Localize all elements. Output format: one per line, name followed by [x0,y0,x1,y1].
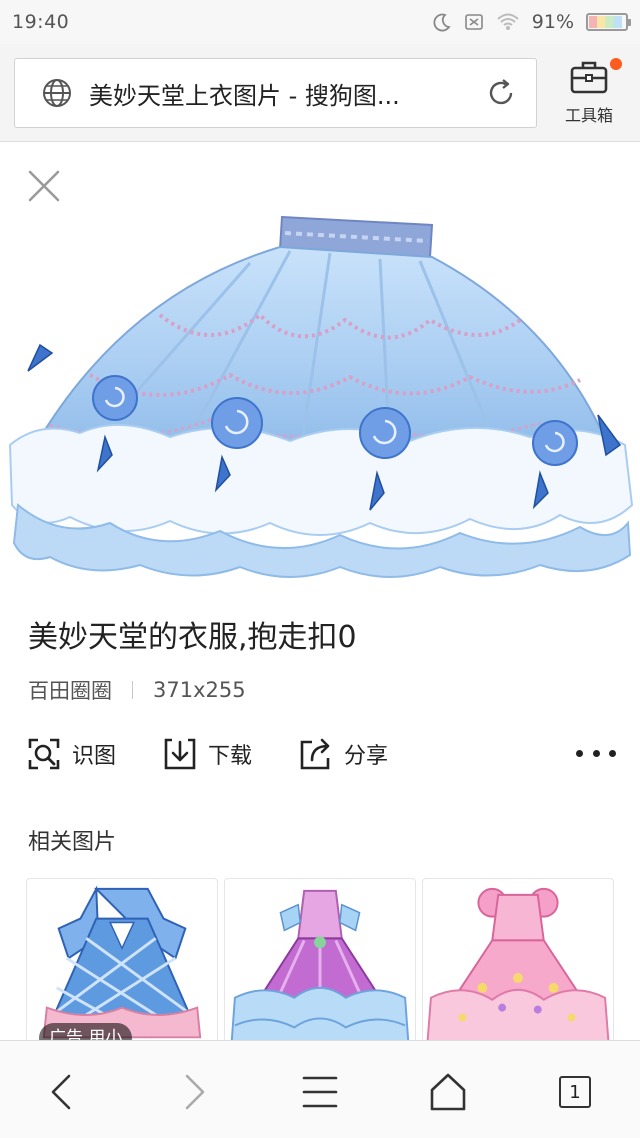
battery-percent: 91% [531,11,574,33]
hamburger-menu-icon [302,1076,338,1108]
share-icon [300,738,330,770]
image-meta: 百田圈圈 371x255 [28,675,246,705]
toolbox-icon [570,61,608,94]
no-sim-icon [464,14,483,30]
share-button[interactable]: 分享 [298,736,388,772]
more-dot [576,750,583,757]
related-thumbnail[interactable]: 广告 用小 [26,878,218,1040]
battery-fill [589,16,622,28]
bottom-navigation: 1 [0,1040,640,1138]
toolbox-button[interactable]: 工具箱 [556,56,622,132]
related-image-pink-gown [426,887,610,1040]
download-icon [164,738,196,770]
image-source[interactable]: 百田圈圈 [28,675,112,705]
address-bar[interactable]: 美妙天堂上衣图片 - 搜狗图... [14,58,537,128]
more-options-icon[interactable] [576,750,616,760]
chevron-left-icon [51,1074,71,1110]
notification-dot [610,58,622,70]
download-button[interactable]: 下载 [162,736,252,772]
share-label: 分享 [344,744,389,769]
wifi-icon [497,13,519,30]
recognize-image-button[interactable]: 识图 [26,736,116,772]
reload-icon[interactable] [484,76,518,110]
ad-badge: 广告 用小 [39,1023,133,1040]
more-dot [609,750,616,757]
forward-button[interactable] [168,1067,218,1117]
status-icons: 91% [432,11,631,33]
close-icon[interactable] [26,168,62,204]
back-button[interactable] [38,1067,88,1117]
home-button[interactable] [423,1067,473,1117]
recognize-label: 识图 [72,744,117,769]
related-images: 广告 用小 [26,878,614,1040]
tab-count: 1 [559,1076,591,1108]
menu-button[interactable] [295,1067,345,1117]
battery-icon [586,13,631,31]
moon-icon [433,13,451,32]
status-bar: 19:40 91% [0,0,640,44]
meta-divider [132,681,133,699]
home-icon [430,1073,466,1111]
image-dimensions: 371x255 [153,678,246,702]
related-thumbnail[interactable] [422,878,614,1040]
image-title: 美妙天堂的衣服,抱走扣0 [28,620,357,655]
download-label: 下载 [208,744,253,769]
globe-icon [43,79,71,107]
related-heading: 相关图片 [28,830,117,855]
more-dot [592,750,600,757]
main-image[interactable] [0,205,640,585]
related-image-purple-gown [230,889,410,1040]
chevron-right-icon [185,1074,205,1110]
action-bar: 识图 下载 分享 [0,730,640,780]
image-search-icon [28,738,60,770]
status-time: 19:40 [12,11,70,33]
related-thumbnail[interactable] [224,878,416,1040]
related-image-blue-plaid-dress [42,885,202,1039]
browser-toolbar: 美妙天堂上衣图片 - 搜狗图... 工具箱 [0,44,640,142]
tabs-button[interactable]: 1 [550,1067,600,1117]
page-title[interactable]: 美妙天堂上衣图片 - 搜狗图... [89,76,472,111]
toolbox-label: 工具箱 [564,106,613,125]
